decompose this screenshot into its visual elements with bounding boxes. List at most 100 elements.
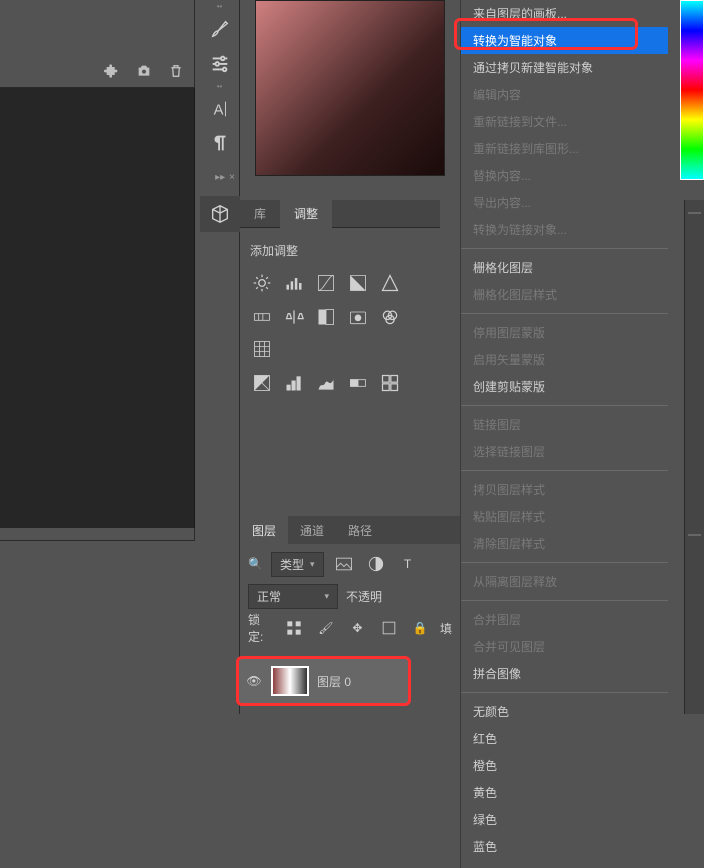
type-vertical-icon[interactable]: A: [200, 92, 240, 126]
filter-image-icon[interactable]: [332, 552, 356, 576]
menu-item: 合并可见图层: [461, 633, 668, 660]
adjustments-panel: 库 调整 添加调整: [240, 200, 440, 419]
gradient-map-icon[interactable]: [346, 371, 370, 395]
color-spectrum[interactable]: [680, 0, 704, 180]
menu-item: 链接图层: [461, 411, 668, 438]
color-preview[interactable]: [255, 0, 445, 176]
lock-pixels-icon[interactable]: [283, 616, 306, 640]
left-top-bar: [0, 0, 194, 88]
lock-brush-icon[interactable]: 🖌: [314, 616, 337, 640]
menu-item[interactable]: 蓝色: [461, 833, 668, 860]
layer-row[interactable]: 👁 图层 0: [236, 656, 411, 706]
menu-item[interactable]: 橙色: [461, 752, 668, 779]
blend-mode-dropdown[interactable]: 正常▾: [248, 584, 338, 609]
left-bottom-panel: [0, 540, 195, 714]
layer-thumbnail[interactable]: [271, 666, 309, 696]
menu-item: 重新链接到文件...: [461, 108, 668, 135]
camera-icon[interactable]: [134, 61, 154, 81]
svg-text:A: A: [214, 103, 224, 119]
levels-icon[interactable]: [282, 271, 306, 295]
trash-icon[interactable]: [166, 61, 186, 81]
menu-item: 导出内容...: [461, 189, 668, 216]
menu-separator: [461, 313, 668, 314]
menu-item[interactable]: 无颜色: [461, 698, 668, 725]
lock-label: 锁定:: [248, 611, 275, 645]
sliders-icon[interactable]: [200, 46, 240, 80]
filter-type-dropdown[interactable]: 类型▾: [271, 552, 324, 577]
bw-icon[interactable]: [314, 305, 338, 329]
channel-mixer-icon[interactable]: [378, 305, 402, 329]
menu-separator: [461, 248, 668, 249]
menu-separator: [461, 470, 668, 471]
threshold-icon[interactable]: [314, 371, 338, 395]
menu-separator: [461, 405, 668, 406]
menu-item[interactable]: 栅格化图层: [461, 254, 668, 281]
exposure-icon[interactable]: [346, 271, 370, 295]
menu-separator: [461, 692, 668, 693]
menu-item: 编辑内容: [461, 81, 668, 108]
menu-item: 停用图层蒙版: [461, 319, 668, 346]
menu-item: 启用矢量蒙版: [461, 346, 668, 373]
menu-item[interactable]: 绿色: [461, 806, 668, 833]
middle-panel: 库 调整 添加调整: [240, 0, 460, 714]
tab-layers[interactable]: 图层: [240, 516, 288, 544]
fill-label: 填: [440, 620, 452, 637]
menu-item: 清除图层样式: [461, 530, 668, 557]
menu-item[interactable]: 红色: [461, 725, 668, 752]
adjust-title: 添加调整: [250, 242, 430, 259]
brightness-icon[interactable]: [250, 271, 274, 295]
panel-collapse-icon[interactable]: ▸▸×: [215, 172, 235, 183]
layers-tabs: 图层 通道 路径: [240, 516, 460, 544]
menu-item[interactable]: 创建剪贴蒙版: [461, 373, 668, 400]
vibrance-icon[interactable]: [378, 271, 402, 295]
hue-icon[interactable]: [250, 305, 274, 329]
left-panel: [0, 0, 195, 714]
canvas-area[interactable]: [0, 88, 195, 528]
invert-icon[interactable]: [250, 371, 274, 395]
lock-position-icon[interactable]: ✥: [346, 616, 369, 640]
curves-icon[interactable]: [314, 271, 338, 295]
menu-item[interactable]: 黄色: [461, 779, 668, 806]
panel-handle-icon[interactable]: ••: [200, 80, 239, 92]
tab-library[interactable]: 库: [240, 199, 280, 228]
tab-adjust[interactable]: 调整: [280, 199, 332, 228]
posterize-icon[interactable]: [282, 371, 306, 395]
puzzle-icon[interactable]: [102, 61, 122, 81]
photo-filter-icon[interactable]: [346, 305, 370, 329]
lock-all-icon[interactable]: 🔒: [409, 616, 432, 640]
lock-artboard-icon[interactable]: [377, 616, 400, 640]
menu-item: 栅格化图层样式: [461, 281, 668, 308]
menu-item[interactable]: 拼合图像: [461, 660, 668, 687]
3d-icon[interactable]: [200, 196, 240, 232]
tab-channels[interactable]: 通道: [288, 516, 336, 544]
brush-icon[interactable]: [200, 12, 240, 46]
menu-item: 粘贴图层样式: [461, 503, 668, 530]
menu-item: 替换内容...: [461, 162, 668, 189]
search-icon[interactable]: 🔍: [248, 557, 263, 571]
menu-item: 合并图层: [461, 606, 668, 633]
menu-item[interactable]: 转换为智能对象: [461, 27, 668, 54]
menu-item[interactable]: 来自图层的画板...: [461, 0, 668, 27]
menu-item: 重新链接到库图形...: [461, 135, 668, 162]
paragraph-icon[interactable]: [200, 126, 240, 160]
filter-type-icon[interactable]: T: [396, 552, 420, 576]
menu-item: 选择链接图层: [461, 438, 668, 465]
menu-item: 拷贝图层样式: [461, 476, 668, 503]
menu-separator: [461, 562, 668, 563]
lookup-icon[interactable]: [250, 337, 274, 361]
balance-icon[interactable]: [282, 305, 306, 329]
opacity-label: 不透明: [346, 588, 382, 605]
tool-column: •• •• A ▸▸×: [200, 0, 240, 714]
filter-adjust-icon[interactable]: [364, 552, 388, 576]
panel-tabs: 库 调整: [240, 200, 440, 228]
menu-item[interactable]: 通过拷贝新建智能对象: [461, 54, 668, 81]
menu-item: 从隔离图层释放: [461, 568, 668, 595]
menu-item: 转换为链接对象...: [461, 216, 668, 243]
selective-color-icon[interactable]: [378, 371, 402, 395]
panel-handle-icon[interactable]: ••: [200, 0, 239, 12]
layer-name[interactable]: 图层 0: [317, 673, 351, 690]
tab-paths[interactable]: 路径: [336, 516, 384, 544]
layers-panel: 图层 通道 路径 🔍 类型▾ T 正常▾ 不透明 锁定:: [240, 516, 460, 652]
right-collapsed-panel: [684, 200, 704, 714]
visibility-eye-icon[interactable]: 👁: [245, 674, 263, 688]
